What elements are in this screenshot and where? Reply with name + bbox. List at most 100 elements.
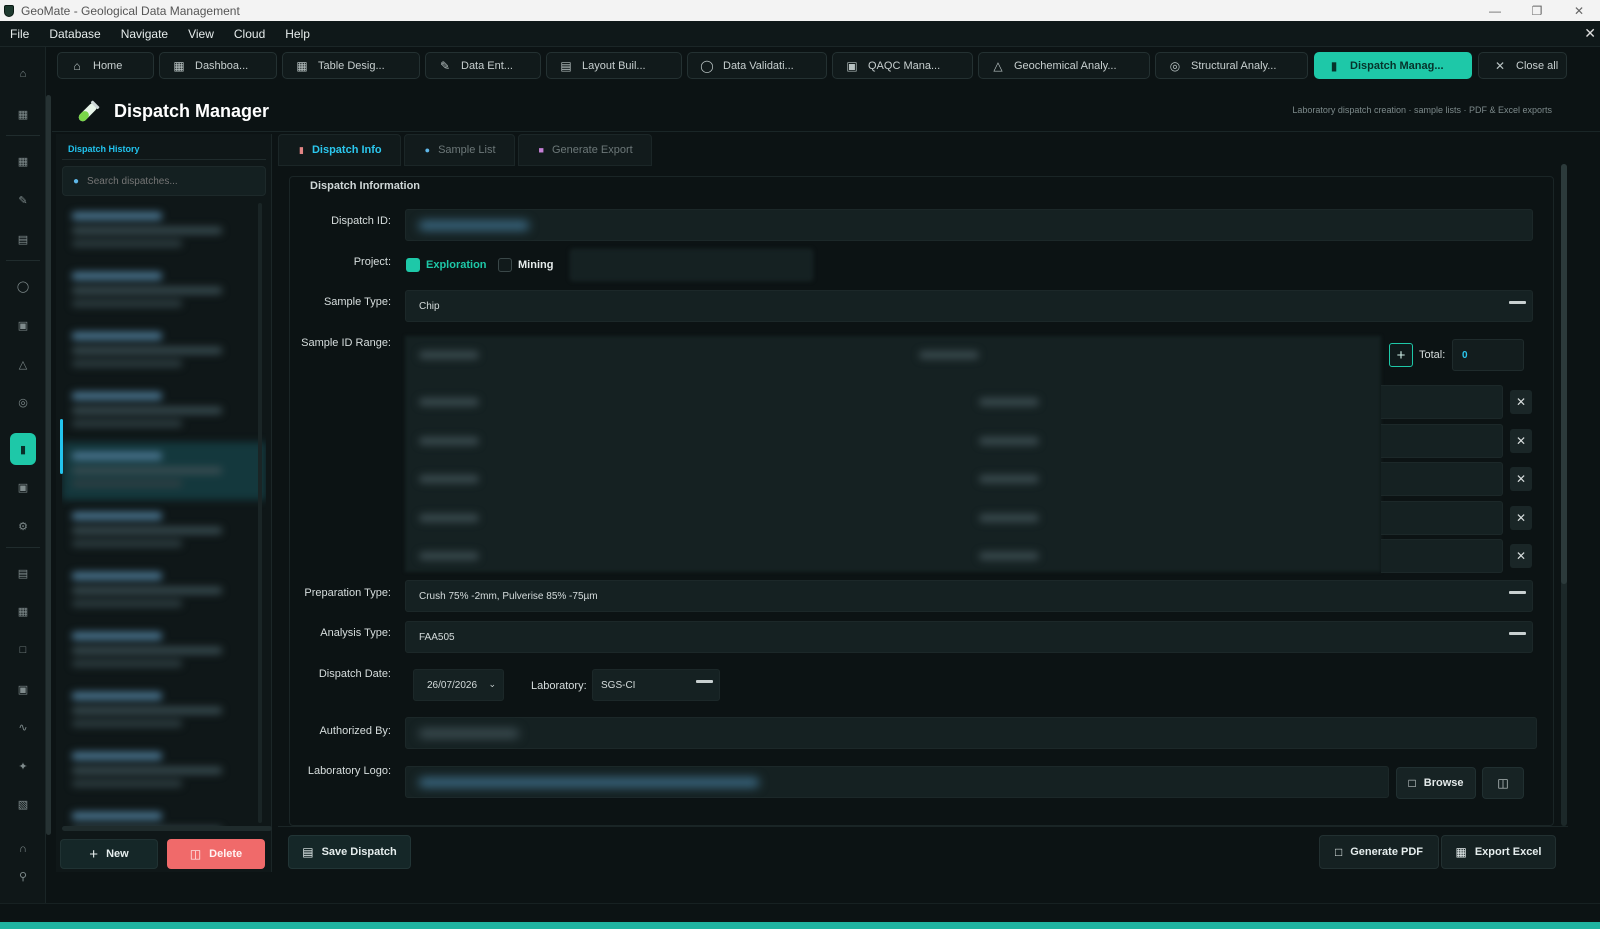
gear-icon[interactable]: ⚙ (11, 514, 35, 538)
menu-cloud[interactable]: Cloud (224, 27, 275, 41)
laboratory-select[interactable]: SGS-CI (592, 669, 720, 701)
range-row[interactable] (405, 539, 1503, 573)
list-item[interactable] (62, 262, 266, 320)
camera-icon[interactable]: ▣ (11, 475, 35, 499)
image-icon[interactable]: ▦ (11, 599, 35, 623)
dispatch-date-picker[interactable]: 26/07/2026 ⌄ (413, 669, 504, 701)
new-dispatch-button[interactable]: + New (60, 839, 158, 869)
tab-structural-analysis[interactable]: ◎ Structural Analy... (1155, 52, 1308, 79)
tab-layout-builder[interactable]: ▤ Layout Buil... (546, 52, 682, 79)
list-item[interactable] (62, 742, 266, 800)
analysis-type-select[interactable]: FAA505 (405, 621, 1533, 653)
remove-range-icon[interactable]: ✕ (1510, 506, 1532, 530)
sample-type-select[interactable]: Chip (405, 290, 1533, 322)
clipboard-icon[interactable]: ▣ (11, 677, 35, 701)
list-item[interactable] (62, 682, 266, 740)
menu-database[interactable]: Database (39, 27, 110, 41)
route-icon[interactable]: ∿ (11, 715, 35, 739)
tab-sample-list[interactable]: ● Sample List (403, 134, 515, 166)
dispatch-id-field[interactable] (405, 209, 1533, 241)
edit-icon[interactable]: ✎ (11, 188, 35, 212)
generate-pdf-button[interactable]: □ Generate PDF (1319, 835, 1439, 869)
laboratory-logo-path[interactable] (405, 766, 1389, 798)
close-all-button[interactable]: ✕ Close all (1478, 52, 1567, 79)
tab-dashboard[interactable]: ▦ Dashboa... (159, 52, 277, 79)
browse-button[interactable]: □ Browse (1396, 767, 1476, 799)
sample-type-value: Chip (419, 300, 440, 312)
truck-icon[interactable]: ▮ (10, 433, 36, 465)
total-field[interactable]: 0 (1452, 339, 1524, 371)
history-scrollbar[interactable] (258, 203, 262, 823)
tab-dispatch-manager[interactable]: ▮ Dispatch Manag... (1314, 52, 1472, 79)
chart-icon[interactable]: ▧ (11, 792, 35, 816)
tab-dispatch-info[interactable]: ▮ Dispatch Info (278, 134, 401, 166)
close-menu-icon[interactable]: ✕ (1584, 25, 1596, 42)
menu-help[interactable]: Help (275, 27, 320, 41)
database-icon[interactable]: ▤ (11, 561, 35, 585)
tab-qaqc-manager[interactable]: ▣ QAQC Mana... (832, 52, 973, 79)
export-excel-button[interactable]: ▦ Export Excel (1441, 835, 1556, 869)
tab-home[interactable]: ⌂ Home (57, 52, 154, 79)
export-box-icon: ■ (538, 145, 544, 155)
exploration-checkbox[interactable] (406, 258, 420, 272)
magnet-icon[interactable]: ∩ (11, 837, 35, 861)
home-icon[interactable]: ⌂ (11, 62, 35, 86)
analysis-type-value: FAA505 (419, 631, 455, 643)
form-scrollbar[interactable] (1561, 164, 1567, 826)
add-range-button[interactable]: + (1389, 343, 1413, 367)
remove-range-icon[interactable]: ✕ (1510, 390, 1532, 414)
shield-check-icon[interactable]: ◯ (11, 274, 35, 298)
clear-logo-button[interactable]: ◫ (1482, 767, 1524, 799)
mining-checkbox[interactable] (498, 258, 512, 272)
save-dispatch-button[interactable]: ▤ Save Dispatch (288, 835, 411, 869)
clipboard-check-icon[interactable]: ▣ (11, 313, 35, 337)
table-icon[interactable]: ▦ (11, 149, 35, 173)
redacted-cell (419, 552, 479, 560)
menu-view[interactable]: View (178, 27, 224, 41)
tab-generate-export[interactable]: ■ Generate Export (517, 134, 652, 166)
window-controls: — ❐ ✕ (1474, 0, 1600, 21)
range-row[interactable] (405, 462, 1503, 496)
minimize-icon[interactable]: — (1474, 0, 1516, 21)
tab-label: Sample List (438, 144, 496, 156)
tab-data-entry[interactable]: ✎ Data Ent... (425, 52, 541, 79)
flask-icon[interactable]: △ (11, 352, 35, 376)
document-icon[interactable]: □ (11, 638, 35, 662)
search-rail-icon[interactable]: ⚲ (11, 864, 35, 888)
list-item[interactable] (62, 322, 266, 380)
tools-icon[interactable]: ✦ (11, 754, 35, 778)
form-scrollbar-thumb[interactable] (1561, 164, 1567, 584)
project-name-field[interactable] (570, 249, 813, 281)
menu-file[interactable]: File (0, 27, 39, 41)
remove-range-icon[interactable]: ✕ (1510, 544, 1532, 568)
restore-icon[interactable]: ❐ (1516, 0, 1558, 21)
range-row[interactable] (405, 424, 1503, 458)
range-row[interactable] (405, 385, 1503, 419)
delete-dispatch-button[interactable]: ◫ Delete (167, 839, 265, 869)
exploration-label: Exploration (426, 259, 487, 271)
tab-geochemical-analysis[interactable]: △ Geochemical Analy... (978, 52, 1150, 79)
list-item-selected[interactable] (62, 442, 266, 500)
search-input[interactable] (87, 175, 248, 187)
tab-table-designer[interactable]: ▦ Table Desig... (282, 52, 420, 79)
menu-navigate[interactable]: Navigate (111, 27, 178, 41)
dashboard-icon[interactable]: ▦ (11, 102, 35, 126)
authorized-by-field[interactable] (405, 717, 1537, 749)
remove-range-icon[interactable]: ✕ (1510, 467, 1532, 491)
rail-scrollbar[interactable] (46, 95, 51, 835)
list-item[interactable] (62, 202, 266, 260)
list-item[interactable] (62, 622, 266, 680)
remove-range-icon[interactable]: ✕ (1510, 429, 1532, 453)
range-row[interactable] (405, 501, 1503, 535)
list-item[interactable] (62, 562, 266, 620)
close-icon: ✕ (1494, 58, 1506, 73)
preparation-type-select[interactable]: Crush 75% -2mm, Pulverise 85% -75µm (405, 580, 1533, 612)
tab-data-validation[interactable]: ◯ Data Validati... (687, 52, 827, 79)
compass-icon[interactable]: ◎ (11, 390, 35, 414)
layout-icon[interactable]: ▤ (11, 227, 35, 251)
history-horizontal-scrollbar[interactable] (62, 826, 272, 831)
close-window-icon[interactable]: ✕ (1558, 0, 1600, 21)
history-list (62, 202, 266, 830)
list-item[interactable] (62, 382, 266, 440)
list-item[interactable] (62, 502, 266, 560)
